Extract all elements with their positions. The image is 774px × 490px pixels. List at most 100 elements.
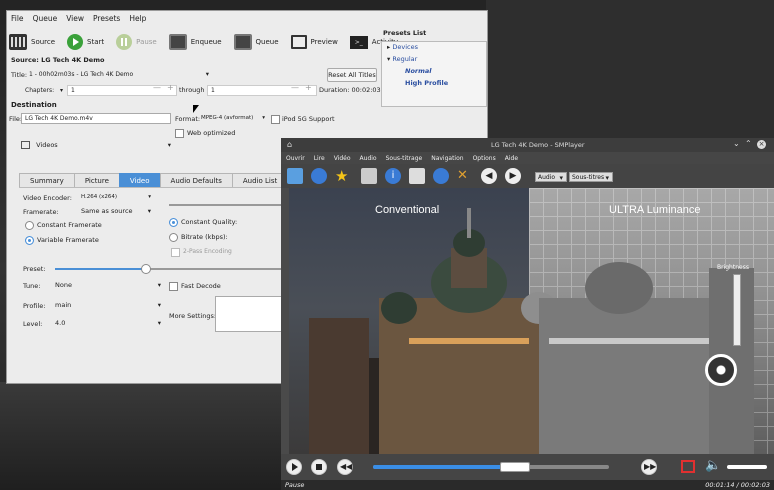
chapters-label: Chapters:: [25, 87, 55, 94]
screenshot-icon[interactable]: [361, 168, 377, 184]
previous-icon[interactable]: ◀: [481, 168, 497, 184]
preview-button[interactable]: Preview: [290, 35, 338, 49]
tv-icon: [290, 35, 307, 49]
menu-file[interactable]: File: [11, 14, 24, 23]
tune-select[interactable]: None: [55, 280, 163, 291]
profile-select[interactable]: main: [55, 300, 163, 311]
menu-audio[interactable]: Audio: [360, 155, 377, 162]
info-icon[interactable]: i: [385, 168, 401, 184]
enqueue-icon: [168, 34, 187, 50]
framerate-label: Framerate:: [23, 208, 59, 216]
forward-button[interactable]: ▶▶: [641, 459, 657, 475]
preset-slider-handle[interactable]: [141, 264, 151, 274]
close-icon[interactable]: ×: [757, 140, 766, 149]
tune-label: Tune:: [23, 282, 41, 290]
increment-icon[interactable]: +: [305, 83, 312, 92]
preset-high-profile[interactable]: High Profile: [405, 79, 448, 87]
framerate-select[interactable]: Same as source: [81, 206, 153, 217]
bitrate-radio[interactable]: [169, 233, 178, 242]
fullscreen-icon[interactable]: [681, 460, 695, 473]
toolbar: Source Start Pause Enqueue Queue Preview…: [9, 29, 410, 55]
seek-handle[interactable]: [499, 462, 530, 472]
source-button-label: Source: [31, 38, 56, 46]
volume-slider[interactable]: [727, 465, 767, 469]
preset-group-regular[interactable]: ▾ Regular: [387, 55, 417, 63]
menu-bar: File Queue View Presets Help: [7, 11, 146, 25]
tools-icon[interactable]: ✕: [457, 168, 473, 184]
start-button-label: Start: [87, 38, 105, 46]
playlist-icon[interactable]: [409, 168, 425, 184]
variable-framerate-label: Variable Framerate: [37, 236, 99, 244]
fast-decode-checkbox[interactable]: [169, 282, 178, 291]
menu-help[interactable]: Help: [129, 14, 146, 23]
constant-quality-radio[interactable]: [169, 218, 178, 227]
film-icon: [9, 34, 27, 50]
volume-icon[interactable]: 🔈: [705, 458, 721, 473]
stop-button[interactable]: [311, 459, 327, 475]
two-pass-checkbox[interactable]: [171, 248, 180, 257]
tab-audio-list[interactable]: Audio List: [231, 173, 289, 187]
open-file-icon[interactable]: [287, 168, 303, 184]
minimize-icon[interactable]: ⌄: [733, 139, 740, 148]
preset-group-devices[interactable]: ▸ Devices: [387, 43, 418, 51]
enqueue-button[interactable]: Enqueue: [168, 34, 222, 50]
left-caption: Conventional: [375, 204, 440, 216]
decrement-icon[interactable]: —: [153, 83, 161, 92]
tab-audio-defaults[interactable]: Audio Defaults: [159, 173, 233, 187]
menu-video[interactable]: Vidéo: [334, 155, 351, 162]
preset-normal[interactable]: Normal: [405, 67, 432, 75]
cathedral-image: [309, 208, 754, 454]
encoder-select[interactable]: H.264 (x264): [81, 192, 153, 203]
title-select[interactable]: 1 - 00h02m03s - LG Tech 4K Demo: [29, 69, 211, 80]
menu-queue[interactable]: Queue: [33, 14, 58, 23]
video-frame[interactable]: Conventional ULTRA Luminance Brightness: [289, 188, 774, 454]
file-name-field[interactable]: LG Tech 4K Demo.m4v: [21, 113, 171, 124]
playback-controls: ◀◀ ▶▶ 🔈: [281, 454, 774, 480]
queue-button[interactable]: Queue: [233, 34, 279, 50]
favorite-star-icon[interactable]: ★: [335, 168, 351, 184]
globe-icon[interactable]: [311, 168, 327, 184]
start-button[interactable]: Start: [67, 34, 104, 50]
rewind-button[interactable]: ◀◀: [337, 459, 353, 475]
chapters-select[interactable]: Chapters:: [25, 85, 65, 96]
maximize-icon[interactable]: ⌃: [745, 139, 752, 148]
two-pass-label: 2-Pass Encoding: [183, 248, 232, 255]
increment-icon[interactable]: +: [167, 83, 174, 92]
constant-framerate-radio[interactable]: [25, 221, 34, 230]
menu-aide[interactable]: Aide: [505, 155, 518, 162]
tab-video[interactable]: Video: [118, 173, 161, 187]
decrement-icon[interactable]: —: [291, 83, 299, 92]
next-icon[interactable]: ▶: [505, 168, 521, 184]
format-select[interactable]: MPEG-4 (avformat): [201, 113, 267, 124]
settings-icon[interactable]: [433, 168, 449, 184]
format-label: Format:: [175, 115, 201, 123]
pin-icon[interactable]: ⌂: [287, 140, 292, 149]
subtitle-track-select[interactable]: Sous-titres: [569, 172, 613, 183]
menu-presets[interactable]: Presets: [93, 14, 120, 23]
chapter-to-field[interactable]: 1: [207, 85, 317, 96]
level-select[interactable]: 4.0: [55, 318, 163, 329]
ipod-label: iPod 5G Support: [282, 115, 335, 123]
menu-sous-titrage[interactable]: Sous-titrage: [386, 155, 423, 162]
ipod-checkbox[interactable]: [271, 115, 280, 124]
quality-slider-track[interactable]: [169, 204, 285, 206]
menu-options[interactable]: Options: [473, 155, 496, 162]
tab-summary[interactable]: Summary: [19, 173, 75, 187]
folder-icon: [21, 141, 30, 149]
tab-picture[interactable]: Picture: [73, 173, 120, 187]
menu-navigation[interactable]: Navigation: [431, 155, 463, 162]
menu-lire[interactable]: Lire: [314, 155, 325, 162]
menu-view[interactable]: View: [66, 14, 84, 23]
variable-framerate-radio[interactable]: [25, 236, 34, 245]
audio-track-select[interactable]: Audio: [535, 172, 567, 183]
pause-button[interactable]: Pause: [116, 34, 157, 50]
web-optimized-checkbox[interactable]: [175, 129, 184, 138]
title-select-value: 1 - 00h02m03s - LG Tech 4K Demo: [29, 71, 134, 78]
source-button[interactable]: Source: [9, 34, 55, 50]
window-title: LG Tech 4K Demo - SMPlayer: [491, 141, 585, 149]
menu-ouvrir[interactable]: Ouvrir: [286, 155, 305, 162]
status-bar: Pause 00:01:14 / 00:02:03: [281, 480, 774, 490]
play-button[interactable]: [286, 459, 302, 475]
reset-all-titles-button[interactable]: Reset All Titles: [327, 68, 377, 82]
destination-folder-select[interactable]: Videos: [11, 137, 173, 153]
